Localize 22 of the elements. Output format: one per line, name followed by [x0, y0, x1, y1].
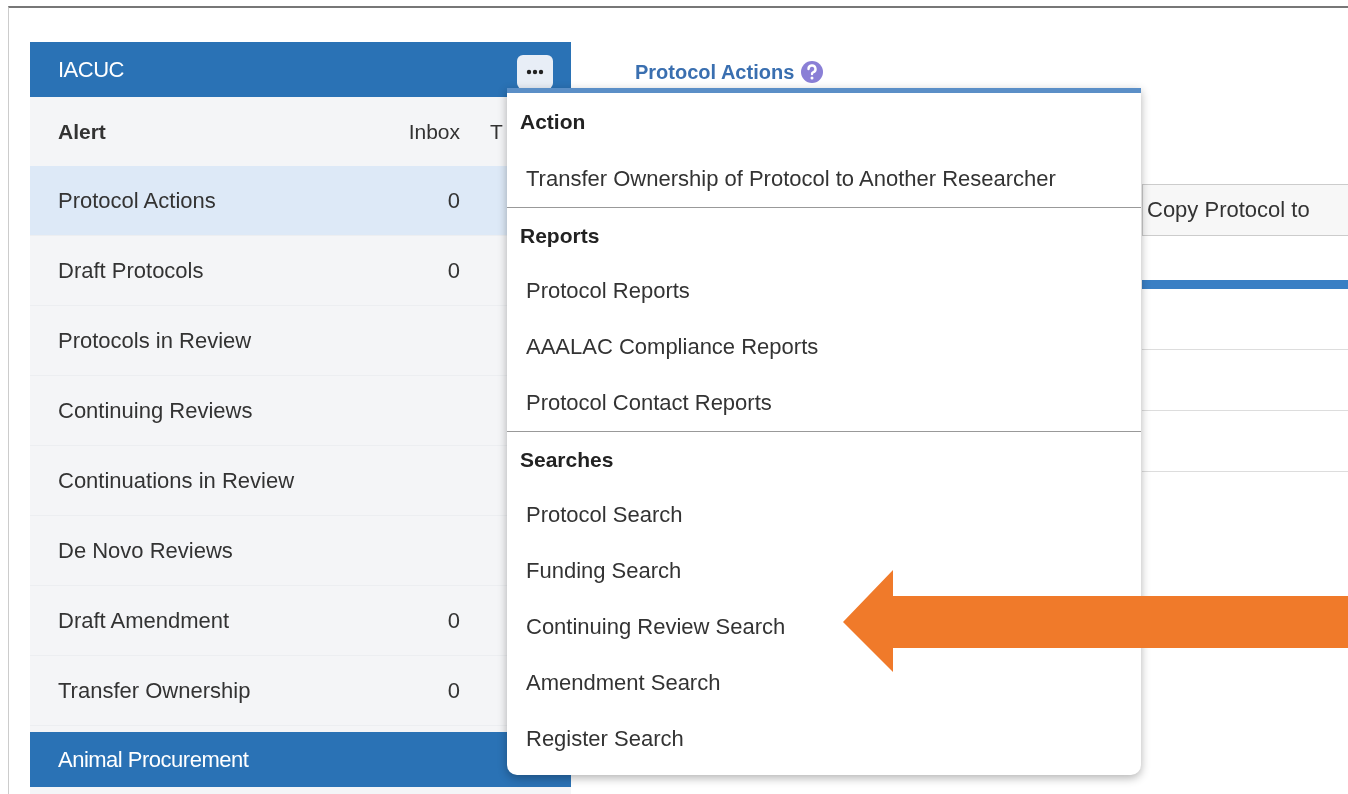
menu-section-header: Searches [507, 431, 1141, 487]
menu-section-header: Action [519, 109, 587, 135]
menu-item[interactable]: Continuing Review Search [507, 599, 792, 655]
panel-title: IACUC [58, 56, 124, 83]
menu-item[interactable]: Transfer Ownership of Protocol to Another Researcher [507, 151, 1062, 207]
help-icon[interactable] [800, 60, 825, 84]
menu-item[interactable]: Amendment Search [507, 655, 727, 711]
menu-item[interactable]: Protocol Reports [507, 263, 696, 319]
section-title: Protocol Actions [635, 60, 795, 84]
column-header: T [490, 119, 503, 144]
column-header: Alert [57, 119, 107, 144]
menu-section-header: Reports [507, 207, 1141, 263]
menu-item[interactable]: Protocol Contact Reports [507, 375, 778, 431]
more-icon [526, 68, 544, 75]
column-header: Inbox [407, 119, 460, 144]
menu-item[interactable]: Protocol Search [507, 487, 689, 543]
menu-item[interactable]: Register Search [507, 711, 690, 767]
copy-protocol-button[interactable]: Copy Protocol to [1142, 184, 1348, 236]
more-button[interactable] [517, 54, 553, 89]
menu-item[interactable]: AAALAC Compliance Reports [507, 319, 825, 375]
arrow-icon [843, 570, 1348, 672]
menu-item[interactable]: Funding Search [507, 543, 688, 599]
